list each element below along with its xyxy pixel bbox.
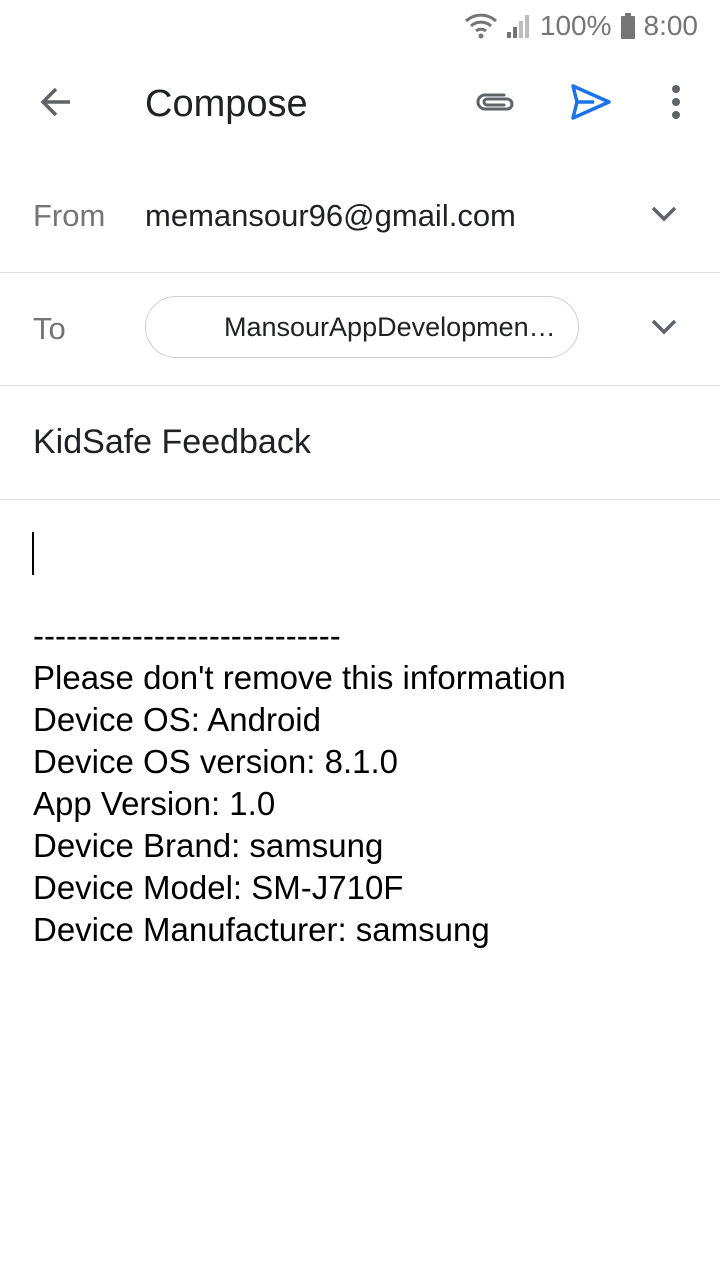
from-row: From memansour96@gmail.com (0, 160, 720, 273)
page-title: Compose (145, 83, 308, 125)
email-body[interactable]: ---------------------------- Please don'… (0, 500, 720, 1280)
battery-icon (620, 12, 636, 40)
body-line: Device Manufacturer: samsung (33, 911, 490, 948)
to-label: To (33, 311, 66, 346)
battery-percent: 100% (539, 10, 612, 41)
body-line: Device OS: Android (33, 701, 321, 738)
app-bar: Compose (0, 52, 720, 156)
attachment-icon (474, 90, 518, 119)
body-line: Device Model: SM-J710F (33, 869, 404, 906)
back-arrow-icon (38, 84, 74, 125)
subject-text: KidSafe Feedback (33, 423, 311, 461)
recipient-name: MansourAppDevelopmen… (224, 311, 556, 342)
wifi-icon (464, 12, 498, 40)
from-label: From (33, 198, 106, 233)
clock: 8:00 (643, 10, 699, 41)
body-line: ---------------------------- (33, 617, 341, 654)
from-expand-button[interactable] (640, 196, 688, 236)
more-options-button[interactable] (650, 74, 702, 134)
attach-button[interactable] (466, 74, 526, 134)
subject-field[interactable]: KidSafe Feedback (0, 386, 720, 500)
status-bar: 100% 8:00 (0, 0, 720, 52)
to-expand-button[interactable] (640, 309, 688, 349)
body-line: Device Brand: samsung (33, 827, 384, 864)
from-address[interactable]: memansour96@gmail.com (145, 160, 516, 272)
chevron-down-icon (651, 206, 677, 227)
compose-screen: 100% 8:00 Compose From memansour96@gmail… (0, 0, 720, 1280)
device-info-block: ---------------------------- Please don'… (33, 615, 566, 951)
body-line: Please don't remove this information (33, 659, 566, 696)
chevron-down-icon (651, 319, 677, 340)
send-icon (570, 83, 612, 126)
to-row: To MansourAppDevelopmen… (0, 273, 720, 386)
signal-icon (506, 12, 532, 40)
more-vert-icon (671, 84, 681, 124)
recipient-chip[interactable]: MansourAppDevelopmen… (145, 296, 579, 358)
body-line: App Version: 1.0 (33, 785, 276, 822)
back-button[interactable] (26, 74, 86, 134)
text-cursor (32, 532, 34, 575)
send-button[interactable] (560, 74, 622, 134)
body-line: Device OS version: 8.1.0 (33, 743, 398, 780)
